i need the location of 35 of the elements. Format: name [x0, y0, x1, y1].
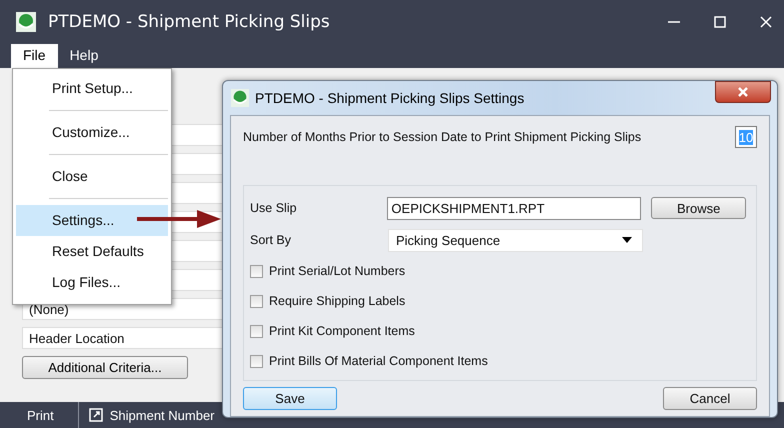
- close-icon: [737, 87, 749, 97]
- checkbox-label: Print Serial/Lot Numbers: [269, 264, 406, 278]
- app-logo-icon: [231, 89, 249, 107]
- save-button[interactable]: Save: [243, 387, 337, 410]
- menu-item[interactable]: Log Files...: [16, 267, 168, 298]
- dropdown-arrow-icon: [622, 237, 632, 243]
- column-header[interactable]: Print: [27, 408, 54, 422]
- maximize-icon[interactable]: [714, 16, 726, 28]
- menu-item[interactable]: Close: [16, 161, 168, 192]
- menu-item[interactable]: Help: [58, 44, 110, 68]
- menu-item[interactable]: Settings...: [16, 205, 168, 236]
- menu-item[interactable]: Print Setup...: [16, 73, 168, 104]
- checkbox[interactable]: [250, 264, 263, 278]
- menu-item[interactable]: Reset Defaults: [16, 236, 168, 267]
- additional-criteria-button[interactable]: Additional Criteria...: [22, 356, 188, 379]
- close-icon[interactable]: [760, 16, 772, 28]
- sort-by-label: Sort By: [250, 233, 292, 247]
- export-icon: [88, 408, 103, 422]
- sort-by-dropdown[interactable]: Picking Sequence: [388, 228, 643, 252]
- use-slip-label: Use Slip: [250, 201, 298, 215]
- cancel-button[interactable]: Cancel: [663, 387, 757, 410]
- column-header[interactable]: Shipment Number: [110, 408, 215, 422]
- checkbox[interactable]: [250, 324, 263, 338]
- months-label: Number of Months Prior to Session Date to Print Shipment Picking Slips: [243, 130, 642, 144]
- window-title: PTDEMO - Shipment Picking Slips: [48, 12, 330, 32]
- checkbox[interactable]: [250, 354, 263, 368]
- browse-button[interactable]: Browse: [651, 197, 746, 219]
- close-button[interactable]: [715, 81, 771, 103]
- menu-item[interactable]: Customize...: [16, 117, 168, 148]
- checkbox-label: Print Bills Of Material Component Items: [269, 354, 488, 368]
- dialog-title: PTDEMO - Shipment Picking Slips Settings: [255, 90, 524, 106]
- use-slip-field[interactable]: OEPICKSHIPMENT1.RPT: [387, 196, 642, 220]
- menu-item[interactable]: File: [11, 44, 58, 68]
- checkbox[interactable]: [250, 294, 263, 308]
- app-logo-icon: [16, 12, 36, 32]
